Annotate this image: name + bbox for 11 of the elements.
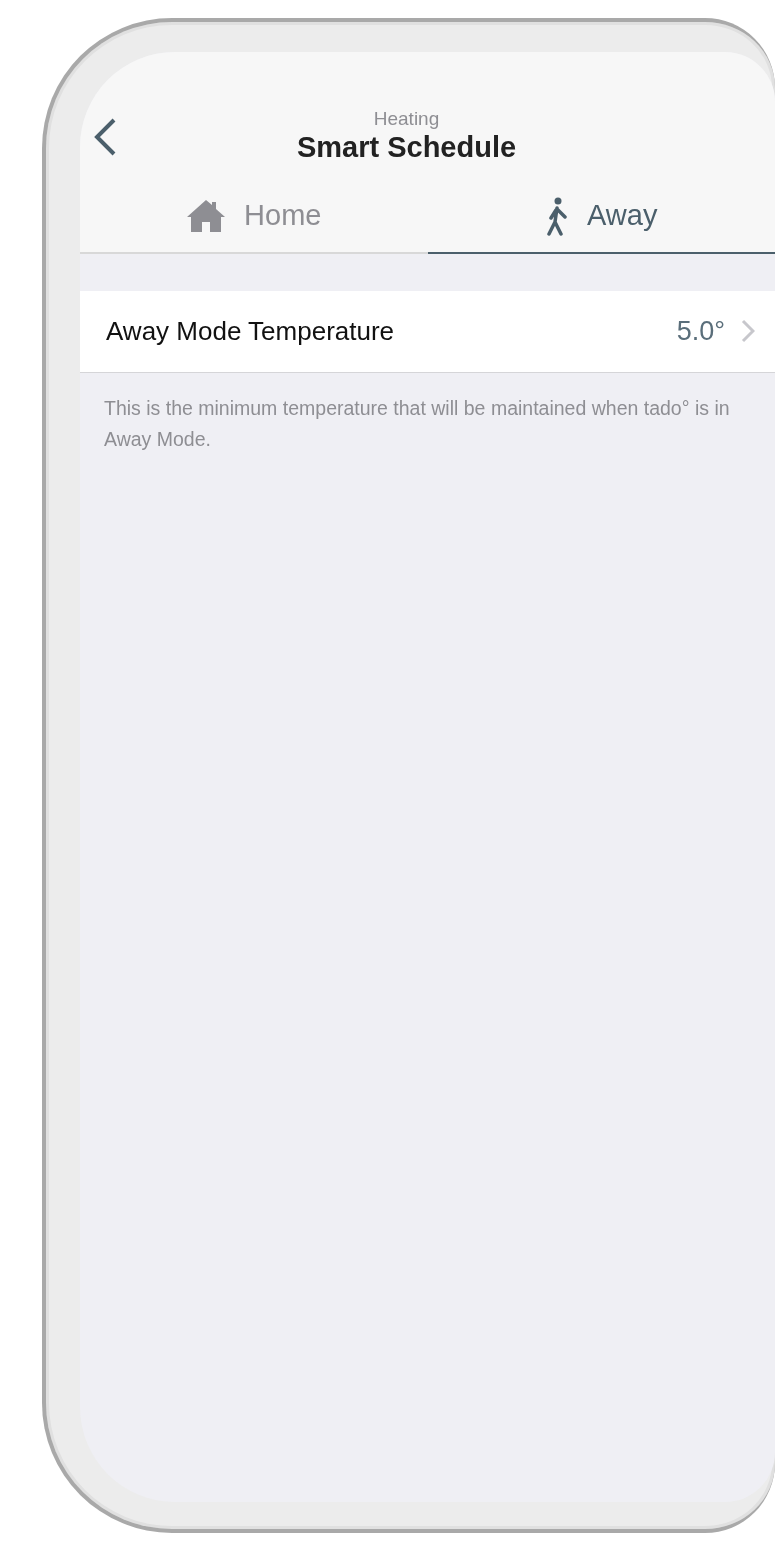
setting-row[interactable]: Away Mode Temperature 5.0° [80, 290, 775, 373]
tab[interactable]: Away [427, 180, 775, 254]
back-icon[interactable] [92, 117, 118, 157]
header-title: Smart Schedule [295, 130, 518, 165]
walking-person-icon [545, 195, 570, 236]
chevron-icon [741, 319, 755, 343]
header-subtitle: Heating [372, 109, 441, 131]
setting-value: 5.0° [676, 314, 725, 348]
house-icon [186, 198, 227, 233]
description-text: This is the minimum temperature that will be maintained when tado° is in Away Mode. [103, 395, 731, 452]
setting-label: Away Mode Temperature [106, 314, 396, 348]
